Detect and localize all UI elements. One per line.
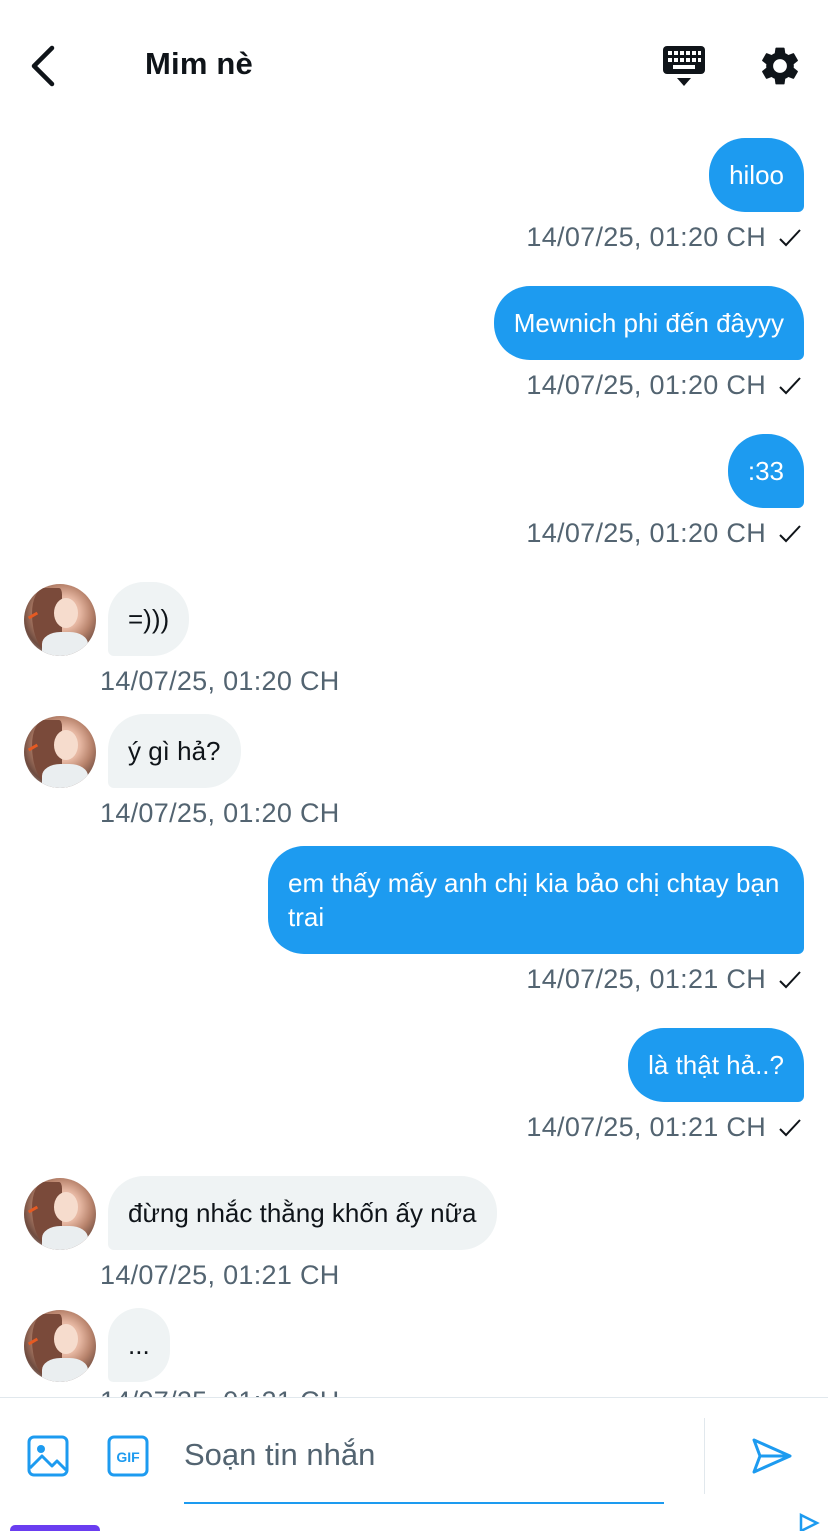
message-text: :33	[747, 456, 784, 486]
message-timestamp: 14/07/25, 01:20 CH	[526, 518, 766, 548]
attach-image-button[interactable]	[26, 1434, 70, 1478]
home-indicator	[10, 1525, 100, 1531]
outgoing-message-bubble[interactable]: :33	[727, 434, 804, 508]
message-timestamp: 14/07/25, 01:21 CH	[100, 1386, 340, 1397]
message-timestamp: 14/07/25, 01:21 CH	[526, 964, 766, 994]
message-text: là thật hả..?	[648, 1050, 784, 1080]
gif-label: GIF	[116, 1449, 140, 1465]
outgoing-message-bubble[interactable]: hiloo	[709, 138, 804, 212]
message-composer: GIF	[0, 1397, 828, 1531]
incoming-message-bubble[interactable]: ý gì hả?	[108, 714, 241, 788]
message-timestamp: 14/07/25, 01:20 CH	[526, 370, 766, 400]
avatar[interactable]	[24, 1310, 96, 1382]
chat-header: Mim nè	[0, 0, 828, 130]
image-icon	[27, 1435, 69, 1477]
outgoing-message-bubble[interactable]: là thật hả..?	[628, 1028, 804, 1102]
conversation-title: Mim nè	[145, 46, 253, 81]
settings-button[interactable]	[757, 43, 803, 89]
avatar[interactable]	[24, 716, 96, 788]
keyboard-icon	[663, 46, 705, 86]
message-input-wrapper	[184, 1420, 664, 1504]
message-timestamp: 14/07/25, 01:20 CH	[526, 222, 766, 252]
outgoing-message-bubble[interactable]: Mewnich phi đến đâyyy	[493, 286, 804, 360]
avatar[interactable]	[24, 584, 96, 656]
message-text: ý gì hả?	[128, 736, 221, 766]
message-timestamp: 14/07/25, 01:21 CH	[526, 1112, 766, 1142]
divider	[704, 1418, 705, 1494]
message-text: đừng nhắc thằng khốn ấy nữa	[128, 1198, 477, 1228]
back-button[interactable]	[22, 40, 66, 92]
avatar[interactable]	[24, 1178, 96, 1250]
check-icon	[779, 1119, 801, 1137]
send-button[interactable]	[750, 1434, 794, 1478]
message-timestamp: 14/07/25, 01:20 CH	[100, 798, 340, 828]
incoming-message-bubble[interactable]: đừng nhắc thằng khốn ấy nữa	[108, 1176, 497, 1250]
message-text: =)))	[128, 604, 170, 634]
message-timestamp: 14/07/25, 01:21 CH	[100, 1260, 340, 1290]
keyboard-button[interactable]	[660, 44, 708, 90]
message-text: hiloo	[729, 160, 784, 190]
attach-gif-button[interactable]: GIF	[106, 1434, 150, 1478]
ad-choices-icon[interactable]	[795, 1512, 825, 1531]
check-icon	[779, 971, 801, 989]
gif-icon: GIF	[107, 1435, 149, 1477]
chevron-left-icon	[31, 45, 55, 87]
chat-screen: Mim nè hiloo 14/07/25, 01:20 CH Mewnich …	[0, 0, 828, 1531]
message-input[interactable]	[184, 1420, 664, 1490]
check-icon	[779, 525, 801, 543]
message-list[interactable]: hiloo 14/07/25, 01:20 CH Mewnich phi đến…	[0, 130, 828, 1397]
message-timestamp: 14/07/25, 01:20 CH	[100, 666, 340, 696]
message-text: ...	[128, 1330, 150, 1360]
message-text: em thấy mấy anh chị kia bảo chị chtay bạ…	[288, 868, 780, 932]
incoming-message-bubble[interactable]: ...	[108, 1308, 170, 1382]
send-icon	[752, 1438, 792, 1474]
check-icon	[779, 229, 801, 247]
gear-icon	[762, 47, 798, 85]
incoming-message-bubble[interactable]: =)))	[108, 582, 190, 656]
outgoing-message-bubble[interactable]: em thấy mấy anh chị kia bảo chị chtay bạ…	[268, 846, 804, 954]
message-text: Mewnich phi đến đâyyy	[513, 308, 784, 338]
check-icon	[779, 377, 801, 395]
